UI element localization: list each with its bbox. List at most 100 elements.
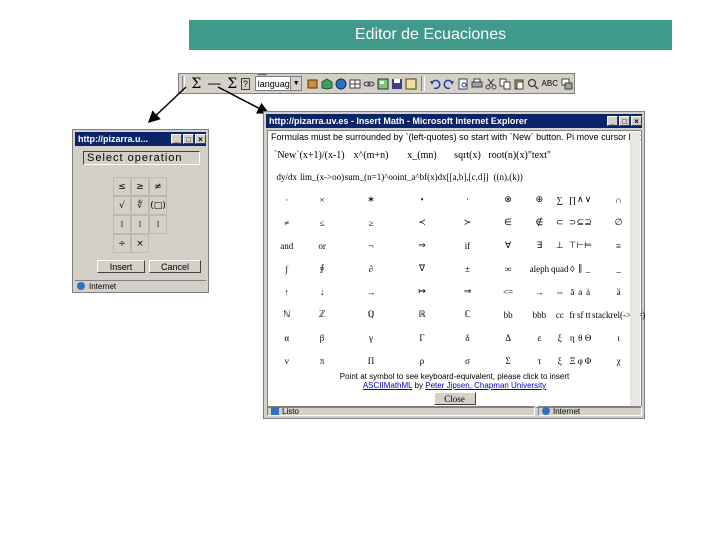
search-icon[interactable] (527, 77, 539, 91)
print-preview-icon[interactable] (457, 77, 469, 91)
chevron-down-icon[interactable]: ▼ (290, 77, 302, 90)
dash-button[interactable]: — (207, 76, 221, 92)
op-root[interactable]: ∜ (131, 196, 149, 215)
image-icon[interactable] (377, 77, 389, 91)
symbol-cell[interactable]: ∫ (274, 257, 300, 280)
symbol-cell[interactable]: Φ (584, 349, 592, 372)
symbol-cell[interactable]: ± (447, 257, 489, 280)
op-sqrt[interactable]: √ (113, 196, 131, 215)
vertical-scrollbar[interactable] (630, 132, 640, 406)
symbol-cell[interactable]: ℤ (300, 303, 345, 326)
symbol-cell[interactable]: ε (528, 326, 551, 349)
op-div[interactable]: ÷ (113, 234, 131, 253)
symbol-cell[interactable]: and (274, 234, 300, 257)
symbol-cell[interactable]: ⇒ (447, 280, 489, 303)
symbol-cell[interactable]: ∮ (300, 257, 345, 280)
symbol-cell[interactable]: quad (551, 257, 569, 280)
symbol-cell[interactable]: Γ (397, 326, 446, 349)
box-icon[interactable] (307, 77, 319, 91)
language-select[interactable]: —language— ▼ (254, 74, 303, 93)
symbol-cell[interactable]: ∑ (551, 188, 569, 211)
symbol-cell[interactable]: ∞ (488, 257, 527, 280)
symbol-cell[interactable]: sqrt(x) (447, 145, 489, 165)
symbol-cell[interactable]: cc (551, 303, 569, 326)
symbol-cell[interactable]: Ξ (568, 349, 576, 372)
symbol-cell[interactable]: θ (576, 326, 584, 349)
symbol-cell[interactable]: η (568, 326, 576, 349)
undo-icon[interactable] (429, 77, 441, 91)
symbol-cell[interactable]: ∈ (488, 211, 527, 234)
close-dialog-button[interactable]: Close (433, 392, 476, 405)
symbol-cell[interactable]: Θ (584, 326, 592, 349)
symbol-cell[interactable]: γ (345, 326, 398, 349)
symbol-cell[interactable]: ⊢ (576, 234, 584, 257)
globe-icon[interactable] (335, 77, 347, 91)
symbol-cell[interactable]: ∏ (568, 188, 576, 211)
floppy-icon[interactable] (391, 77, 403, 91)
op-paren[interactable]: (□) (149, 196, 167, 215)
op-matrix-1[interactable]: ⁞ (113, 215, 131, 234)
symbol-cell[interactable]: sum_(n=1)^oo (345, 165, 398, 188)
maximize-button[interactable]: □ (619, 116, 630, 126)
close-button[interactable]: × (631, 116, 642, 126)
symbol-cell[interactable]: ∉ (528, 211, 551, 234)
small-window-titlebar[interactable]: http://pizarra.u... _ □ × (75, 132, 206, 146)
symbol-cell[interactable]: or (300, 234, 345, 257)
symbol-cell[interactable]: x^(m+n) (345, 145, 398, 165)
symbol-cell[interactable]: ȧ (584, 280, 592, 303)
sigma-insert-button[interactable]: Σ (227, 76, 237, 92)
symbol-cell[interactable]: × (300, 188, 345, 211)
symbol-cell[interactable]: → (345, 280, 398, 303)
cancel-button[interactable]: Cancel (149, 260, 201, 273)
op-matrix-2[interactable]: ⁞ (131, 215, 149, 234)
symbol-cell[interactable]: ∥ (576, 257, 584, 280)
symbol-cell[interactable]: tt (584, 303, 592, 326)
symbol-cell[interactable]: `New` (274, 145, 300, 165)
symbol-cell[interactable]: ↑ (274, 280, 300, 303)
redo-icon[interactable] (443, 77, 455, 91)
symbol-cell[interactable]: "text" (528, 145, 551, 165)
close-button[interactable]: × (195, 134, 206, 144)
op-times[interactable]: × (131, 234, 149, 253)
symbol-cell[interactable]: α (274, 326, 300, 349)
big-window-titlebar[interactable]: http://pizarra.uv.es - Insert Math - Mic… (266, 114, 642, 128)
symbol-cell[interactable]: ξ (551, 349, 569, 372)
symbol-cell[interactable]: ◊ (568, 257, 576, 280)
symbol-cell[interactable]: ⇔ (551, 280, 569, 303)
symbol-cell[interactable]: ⊕ (528, 188, 551, 211)
spellcheck-button[interactable]: ABC (542, 79, 558, 88)
symbol-cell[interactable]: aleph (528, 257, 551, 280)
symbol-cell[interactable]: lim_(x->oo) (300, 165, 345, 188)
op-matrix-3[interactable]: ⁞ (149, 215, 167, 234)
symbol-cell[interactable]: fr (568, 303, 576, 326)
op-geq[interactable]: ≥ (131, 177, 149, 196)
help-button[interactable]: ? (241, 77, 250, 90)
symbol-cell[interactable]: <= (488, 280, 527, 303)
symbol-cell[interactable]: ⊤ (568, 234, 576, 257)
symbol-cell[interactable]: ∨ (584, 188, 592, 211)
symbol-cell[interactable]: ℂ (447, 303, 489, 326)
symbol-cell[interactable]: ≤ (300, 211, 345, 234)
author-link[interactable]: Peter Jipsen, Chapman University (425, 381, 546, 390)
minimize-button[interactable]: _ (171, 134, 182, 144)
symbol-cell[interactable]: ∂ (345, 257, 398, 280)
symbol-cell[interactable]: σ (447, 349, 489, 372)
symbol-cell[interactable]: ξ (551, 326, 569, 349)
print-icon[interactable] (471, 77, 483, 91)
symbol-cell[interactable]: ≻ (447, 211, 489, 234)
op-leq[interactable]: ≤ (113, 177, 131, 196)
sigma-button[interactable]: Σ (191, 76, 201, 92)
symbol-cell[interactable]: ⊇ (584, 211, 592, 234)
symbol-cell[interactable]: ρ (397, 349, 446, 372)
symbol-cell[interactable]: Δ (488, 326, 527, 349)
symbol-cell[interactable]: ↓ (300, 280, 345, 303)
symbol-cell[interactable]: x_(mn) (397, 145, 446, 165)
copy-icon[interactable] (499, 77, 511, 91)
symbol-cell[interactable]: ⊨ (584, 234, 592, 257)
symbol-cell[interactable]: bb (488, 303, 527, 326)
symbol-cell[interactable]: → (528, 280, 551, 303)
symbol-cell[interactable]: ℚ (345, 303, 398, 326)
symbol-cell[interactable]: ∇ (397, 257, 446, 280)
table-icon[interactable] (349, 77, 361, 91)
maximize-button[interactable]: □ (183, 134, 194, 144)
